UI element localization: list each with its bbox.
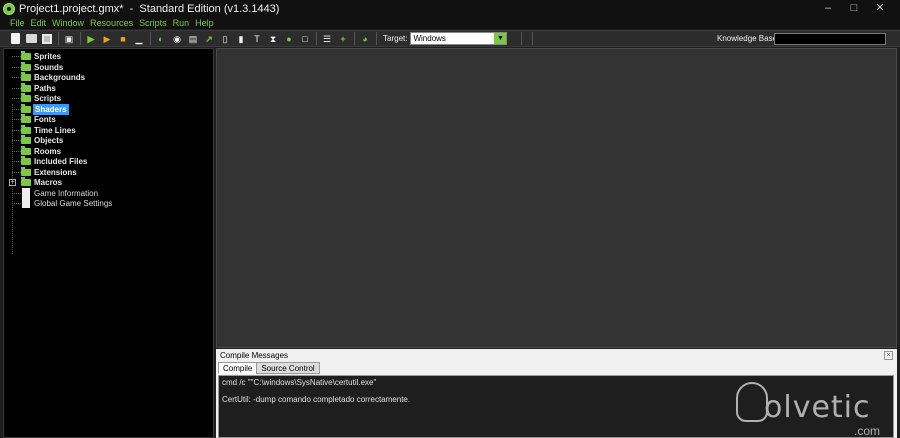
font-icon[interactable]: T xyxy=(251,33,263,45)
extension-icon[interactable]: + xyxy=(337,33,349,45)
menu-edit[interactable]: Edit xyxy=(31,18,47,28)
document-icon xyxy=(22,188,30,198)
folder-icon xyxy=(21,156,31,165)
room-icon[interactable]: □ xyxy=(299,33,311,45)
watermark-text: olvetic xyxy=(764,390,871,425)
folder-icon xyxy=(21,114,31,123)
gamemaker-app-icon xyxy=(3,2,15,15)
background-icon[interactable]: ▤ xyxy=(187,33,199,45)
menu-file[interactable]: File xyxy=(10,18,25,28)
folder-icon xyxy=(21,62,31,71)
shader-icon[interactable]: ▮ xyxy=(235,33,247,45)
menu-run[interactable]: Run xyxy=(173,18,190,28)
path-icon[interactable]: ↗ xyxy=(203,33,215,45)
watermark: olvetic .com xyxy=(736,380,896,438)
tab-compile[interactable]: Compile xyxy=(218,362,258,374)
knowledge-base-label: Knowledge Base: xyxy=(717,34,780,43)
folder-icon xyxy=(21,167,31,176)
toolbar-separator xyxy=(376,32,377,45)
included-file-icon[interactable]: ☰ xyxy=(321,33,333,45)
settings-document-icon xyxy=(22,198,30,208)
compile-panel-title: Compile Messages xyxy=(220,351,289,360)
target-select[interactable]: Windows ▼ xyxy=(410,32,508,45)
toolbar-separator xyxy=(58,32,59,45)
folder-icon xyxy=(21,146,31,155)
knowledge-base-input[interactable] xyxy=(774,33,886,45)
workspace-area[interactable] xyxy=(216,48,897,348)
tab-source-control[interactable]: Source Control xyxy=(256,362,320,374)
close-button[interactable]: ✕ xyxy=(874,1,886,15)
tree-item-label: Sprites xyxy=(34,52,62,61)
tree-item-label: Scripts xyxy=(34,94,62,103)
folder-icon xyxy=(21,93,31,102)
expand-icon[interactable]: + xyxy=(9,179,16,186)
run-icon[interactable]: ▶ xyxy=(85,33,97,45)
toolbar: ▣ ▶ ▶ ■ ▁ ◐ ◉ ▤ ↗ ▯ ▮ T ⧗ ● □ ☰ + ◕ Targ… xyxy=(0,30,900,47)
output-line: CertUtil: -dump comando completado corre… xyxy=(222,395,411,404)
toolbar-separator xyxy=(532,32,534,45)
folder-icon xyxy=(21,72,31,81)
sound-icon[interactable]: ◉ xyxy=(171,33,183,45)
tree-item-label: Macros xyxy=(34,178,63,187)
debug-icon[interactable]: ▶ xyxy=(101,33,113,45)
toolbar-separator xyxy=(316,32,317,45)
script-icon[interactable]: ▯ xyxy=(219,33,231,45)
stop-icon[interactable]: ■ xyxy=(117,33,129,45)
clean-icon[interactable]: ▁ xyxy=(133,33,145,45)
global-settings-icon[interactable]: ◕ xyxy=(359,33,371,45)
resource-tree: Sprites Sounds Backgrounds Paths Scripts… xyxy=(3,48,214,438)
close-icon[interactable]: × xyxy=(884,351,893,360)
tree-item-label: Objects xyxy=(34,136,64,145)
folder-icon xyxy=(21,51,31,60)
toolbar-separator xyxy=(354,32,355,45)
folder-icon xyxy=(21,104,31,113)
toolbar-separator xyxy=(80,32,81,45)
window-controls: – □ ✕ xyxy=(822,1,886,15)
menu-help[interactable]: Help xyxy=(195,18,214,28)
tree-item-label: Included Files xyxy=(34,157,88,166)
compile-tabs: Compile Source Control xyxy=(218,362,320,374)
folder-icon xyxy=(21,177,31,186)
tree-item-label: Backgrounds xyxy=(34,73,86,82)
title-bar: Project1.project.gmx* - Standard Edition… xyxy=(0,0,900,17)
window-title: Project1.project.gmx* - Standard Edition… xyxy=(19,2,280,15)
watermark-suffix: .com xyxy=(854,424,881,438)
minimize-button[interactable]: – xyxy=(822,1,834,15)
open-icon[interactable] xyxy=(25,33,37,45)
new-icon[interactable] xyxy=(9,33,21,45)
target-value: Windows xyxy=(413,34,446,43)
menu-resources[interactable]: Resources xyxy=(90,18,133,28)
toolbar-separator xyxy=(150,32,151,45)
tree-item-label: Global Game Settings xyxy=(34,199,113,208)
object-icon[interactable]: ● xyxy=(283,33,295,45)
target-label: Target: xyxy=(383,34,408,43)
menu-scripts[interactable]: Scripts xyxy=(139,18,167,28)
save-icon[interactable] xyxy=(41,33,53,45)
toolbar-separator xyxy=(521,32,523,45)
menu-window[interactable]: Window xyxy=(52,18,84,28)
folder-icon xyxy=(21,125,31,134)
timeline-icon[interactable]: ⧗ xyxy=(267,33,279,45)
folder-icon xyxy=(21,83,31,92)
folder-icon xyxy=(21,135,31,144)
output-line: cmd /c ""C:\windows\SysNative\certutil.e… xyxy=(222,378,377,387)
export-icon[interactable]: ▣ xyxy=(63,33,75,45)
tree-item-label: Fonts xyxy=(34,115,56,124)
sprite-icon[interactable]: ◐ xyxy=(155,33,167,45)
chevron-down-icon[interactable]: ▼ xyxy=(494,33,507,44)
maximize-button[interactable]: □ xyxy=(848,1,860,15)
menu-bar: File Edit Window Resources Scripts Run H… xyxy=(0,17,900,29)
